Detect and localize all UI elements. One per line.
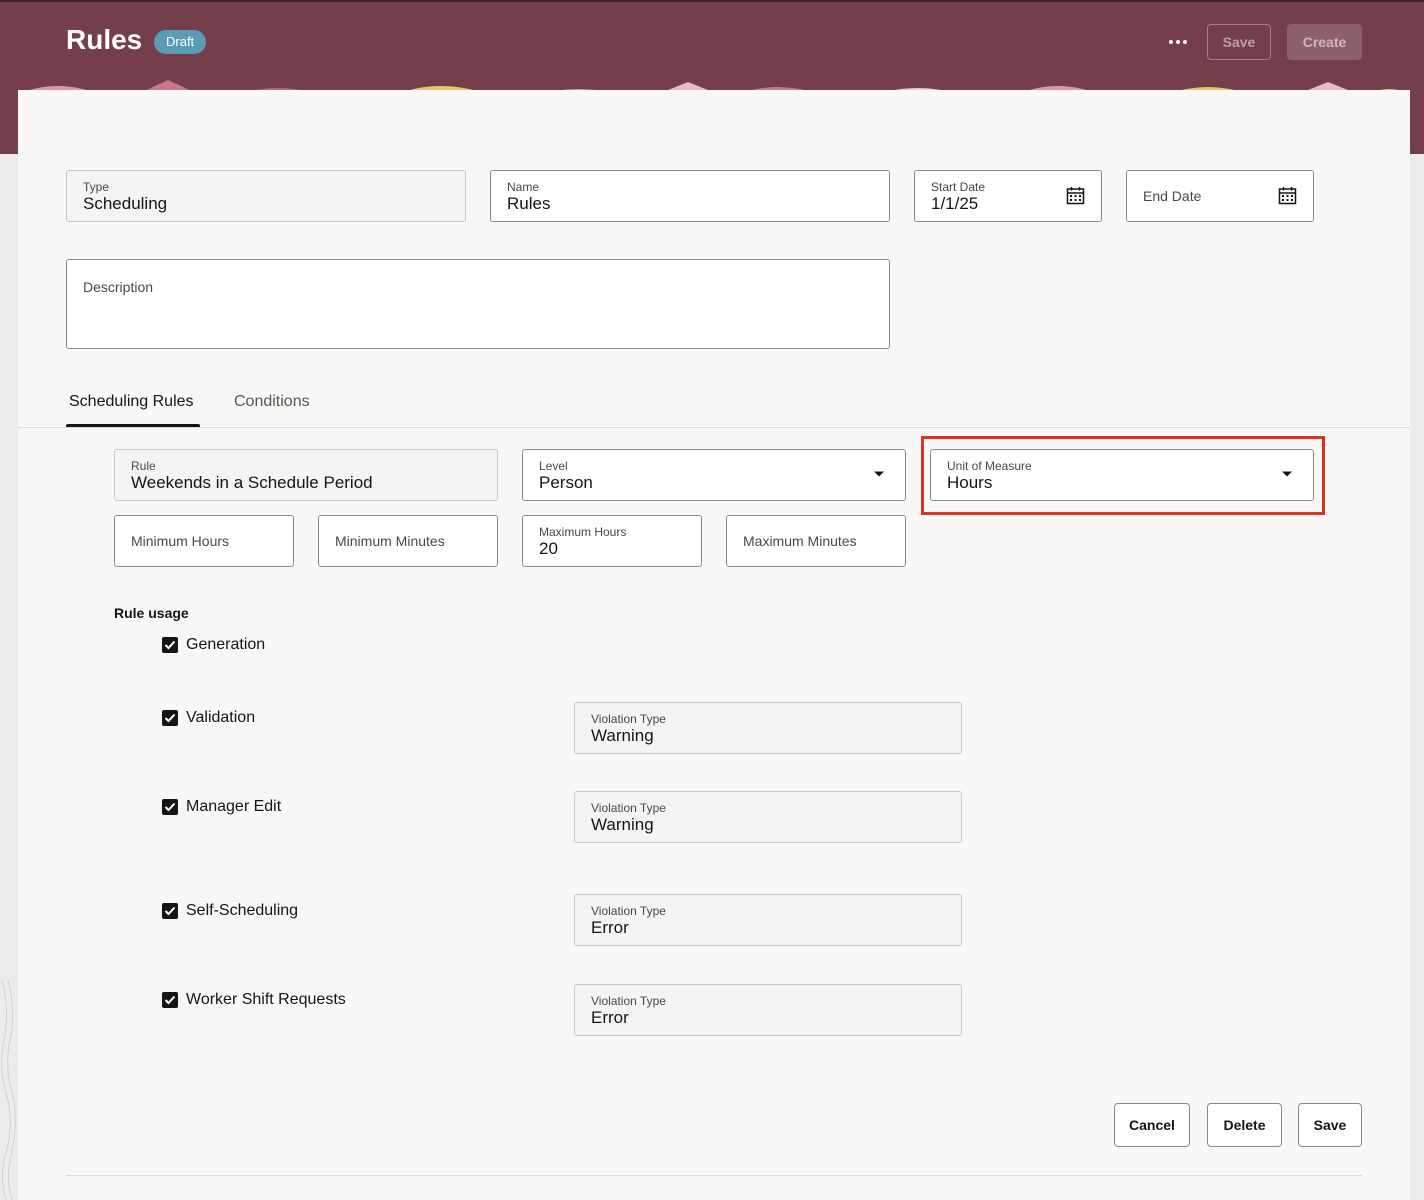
name-value: Rules [507,194,551,213]
type-label: Type [83,180,110,194]
status-badge: Draft [154,30,207,54]
name-label: Name [507,180,540,194]
start-date-value: 1/1/25 [931,194,979,213]
level-value: Person [539,473,593,492]
start-date-label: Start Date [931,180,986,194]
end-date-label: End Date [1143,188,1202,204]
violation-type-field: Violation Type Warning [574,791,962,843]
start-date-field[interactable]: Start Date 1/1/25 [914,170,1102,222]
description-field[interactable]: Description [66,259,890,349]
type-value: Scheduling [83,194,168,213]
check-icon [164,713,176,723]
violation-type-value: Warning [591,726,654,745]
more-actions-button[interactable] [1160,26,1196,58]
rule-field: Rule Weekends in a Schedule Period [114,449,498,501]
check-icon [164,802,176,812]
main-content: Type Scheduling Name Rules Start Date 1/… [18,90,1410,1200]
checkbox-checked[interactable] [162,992,178,1008]
rule-usage-title: Rule usage [114,605,189,621]
usage-label: Validation [186,709,256,726]
header-save-button[interactable]: Save [1207,24,1271,60]
level-label: Level [539,459,568,473]
header-create-button[interactable]: Create [1287,24,1362,60]
end-date-field[interactable]: End Date [1126,170,1314,222]
violation-type-field: Violation Type Error [574,894,962,946]
checkbox-checked[interactable] [162,637,178,653]
minimum-hours-label: Minimum Hours [131,533,230,549]
usage-manager-edit[interactable]: Manager Edit [162,798,281,816]
usage-label: Self-Scheduling [186,902,299,919]
maximum-minutes-label: Maximum Minutes [743,533,857,549]
violation-type-label: Violation Type [591,801,666,815]
name-field[interactable]: Name Rules [490,170,890,222]
rule-value: Weekends in a Schedule Period [131,473,373,492]
minimum-minutes-label: Minimum Minutes [335,533,445,549]
violation-type-value: Error [591,918,629,937]
violation-type-value: Error [591,1008,629,1027]
usage-validation[interactable]: Validation [162,709,255,727]
usage-generation[interactable]: Generation [162,636,265,654]
check-icon [164,640,176,650]
violation-type-field: Violation Type Error [574,984,962,1036]
violation-type-value: Warning [591,815,654,834]
tabs-divider [18,427,1410,428]
usage-self-scheduling[interactable]: Self-Scheduling [162,902,298,920]
maximum-hours-value: 20 [539,539,558,558]
maximum-minutes-field[interactable]: Maximum Minutes [726,515,906,567]
tab-scheduling-rules[interactable]: Scheduling Rules [69,393,194,411]
description-label: Description [83,279,154,295]
usage-label: Generation [186,636,266,653]
violation-type-label: Violation Type [591,994,666,1008]
check-icon [164,906,176,916]
checkbox-checked[interactable] [162,710,178,726]
page-title: Rules [66,24,143,55]
save-button[interactable]: Save [1298,1103,1362,1147]
maximum-hours-field[interactable]: Maximum Hours 20 [522,515,702,567]
violation-type-field: Violation Type Warning [574,702,962,754]
usage-label: Worker Shift Requests [186,991,346,1008]
side-decoration [1,980,16,1200]
calendar-icon[interactable] [1278,186,1297,205]
usage-worker-shift-requests[interactable]: Worker Shift Requests [162,991,346,1009]
checkbox-checked[interactable] [162,799,178,815]
maximum-hours-label: Maximum Hours [539,525,627,539]
type-field: Type Scheduling [66,170,466,222]
more-horizontal-icon [1169,40,1173,44]
check-icon [164,995,176,1005]
violation-type-label: Violation Type [591,712,666,726]
delete-button[interactable]: Delete [1207,1103,1282,1147]
level-select[interactable]: Level Person [522,449,906,501]
checkbox-checked[interactable] [162,903,178,919]
rule-label: Rule [131,459,156,473]
chevron-down-icon [874,471,884,477]
minimum-hours-field[interactable]: Minimum Hours [114,515,294,567]
tab-conditions[interactable]: Conditions [234,393,310,411]
violation-type-label: Violation Type [591,904,666,918]
highlight-annotation [921,436,1325,515]
usage-label: Manager Edit [186,798,282,815]
minimum-minutes-field[interactable]: Minimum Minutes [318,515,498,567]
calendar-icon[interactable] [1066,186,1085,205]
cancel-button[interactable]: Cancel [1114,1103,1190,1147]
bottom-divider [66,1175,1362,1176]
